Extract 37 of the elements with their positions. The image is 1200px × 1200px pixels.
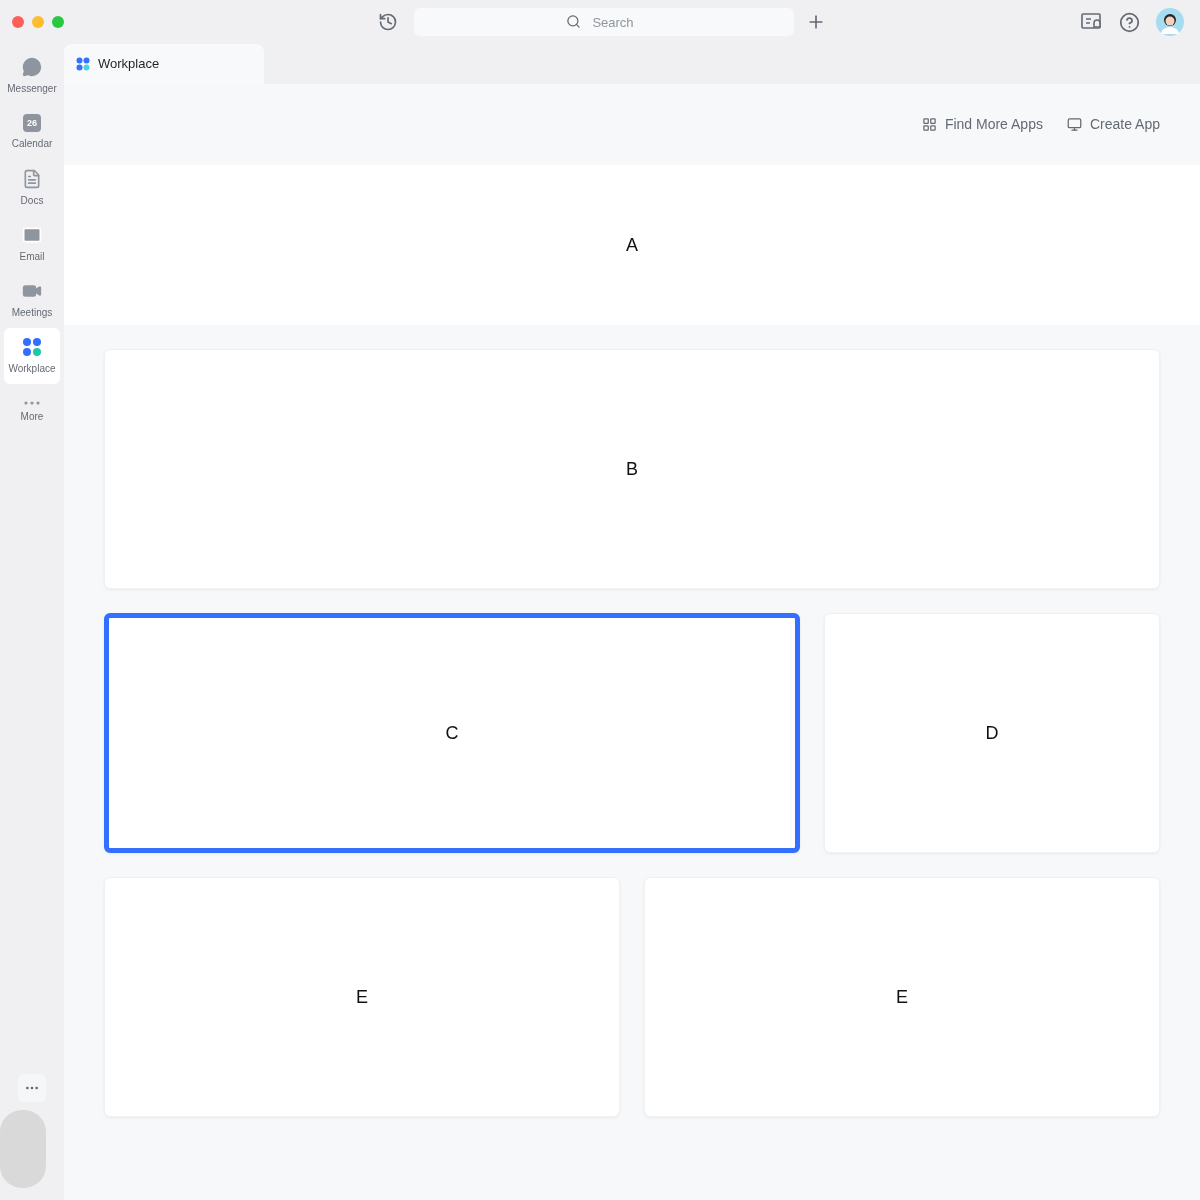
sidebar-item[interactable]: More <box>4 384 60 440</box>
banner-label: A <box>626 234 638 257</box>
more-icon <box>24 400 40 405</box>
card-label: D <box>985 722 999 745</box>
sidebar-item[interactable]: Docs <box>4 160 60 216</box>
widget-card[interactable]: E <box>644 877 1160 1117</box>
header-action-button[interactable]: Create App <box>1066 114 1160 135</box>
card-label: C <box>445 722 459 745</box>
chat-bubble-icon <box>22 56 42 77</box>
card-label: B <box>626 458 638 481</box>
card-label: E <box>896 986 908 1009</box>
sidebar-item[interactable]: Messenger <box>4 48 60 104</box>
widget-card[interactable]: C <box>104 613 800 853</box>
card-label: E <box>356 986 368 1009</box>
history-icon[interactable] <box>378 12 398 32</box>
calendar-icon: 26 <box>23 113 41 132</box>
widget-card[interactable]: E <box>104 877 620 1117</box>
sidebar-item[interactable]: Meetings <box>4 272 60 328</box>
help-icon[interactable] <box>1119 11 1140 33</box>
document-icon <box>22 168 42 189</box>
app-grid-icon <box>22 336 42 357</box>
sidebar-item[interactable]: Workplace <box>4 328 60 384</box>
sidebar-item[interactable]: Email <box>4 216 60 272</box>
zoom-window-control[interactable] <box>52 16 64 28</box>
widget-card[interactable]: D <box>824 613 1160 853</box>
sidebar-item[interactable]: 26 Calendar <box>4 104 60 160</box>
notification-list-icon[interactable] <box>1081 12 1103 32</box>
monitor-icon <box>1066 117 1082 132</box>
widget-card[interactable]: B <box>104 349 1160 589</box>
workplace-tab[interactable]: Workplace <box>64 44 264 84</box>
search-field[interactable]: Search <box>414 8 794 36</box>
header-action-button[interactable]: Find More Apps <box>921 114 1043 135</box>
close-window-control[interactable] <box>12 16 24 28</box>
app-grid-icon <box>921 117 937 132</box>
search-icon <box>566 14 581 29</box>
avatar[interactable] <box>1156 8 1184 36</box>
app-grid-icon <box>76 57 90 71</box>
